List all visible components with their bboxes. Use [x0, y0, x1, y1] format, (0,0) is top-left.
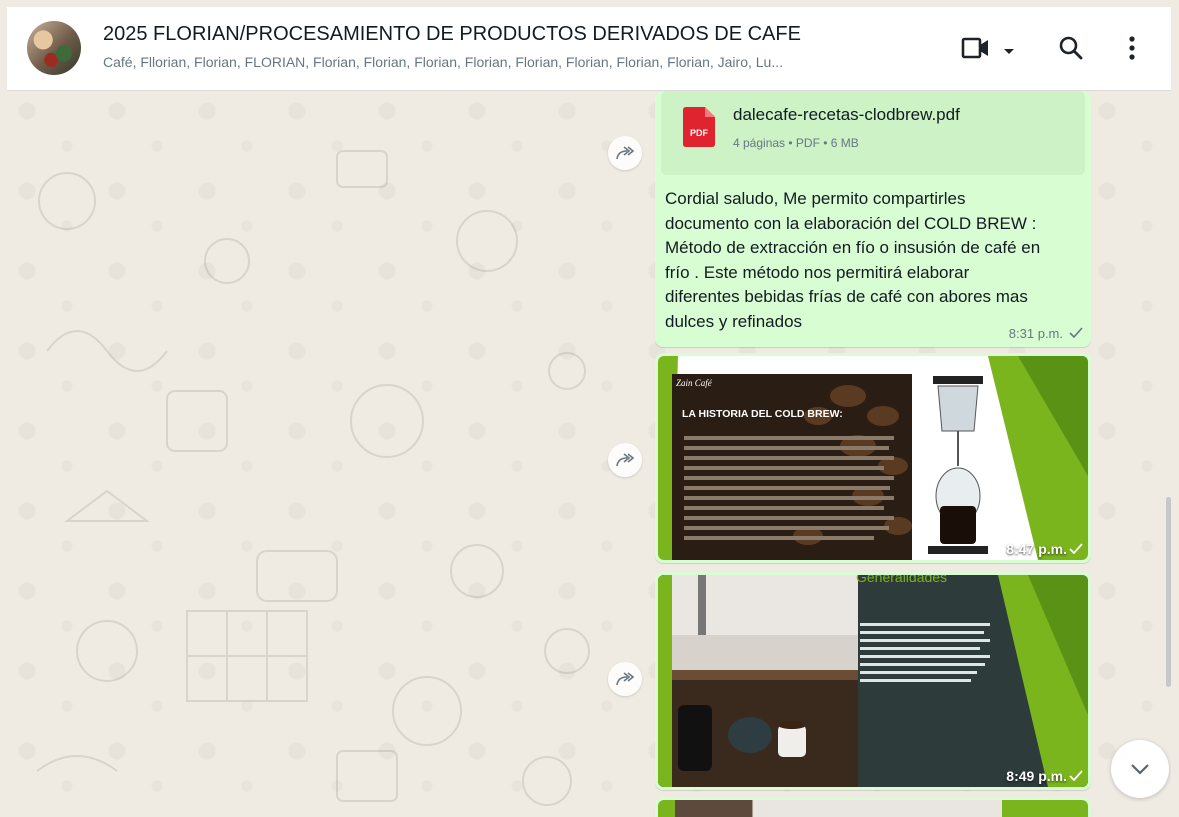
chat-wallpaper-pattern	[36, 150, 590, 806]
document-file-name[interactable]: dalecafe-recetas-clodbrew.pdf	[733, 105, 960, 125]
forward-icon	[616, 672, 635, 686]
slide-title: LA HISTORIA DEL COLD BREW:	[682, 408, 843, 420]
chevron-down-icon	[1131, 764, 1149, 775]
slide-title: Generalidades	[856, 575, 948, 585]
group-title[interactable]: 2025 FLORIAN/PROCESAMIENTO DE PRODUCTOS …	[103, 23, 801, 46]
chevron-down-icon[interactable]	[1003, 43, 1015, 61]
message-text-line: Método de extracción en fío o insusión d…	[665, 238, 1041, 257]
forward-button[interactable]	[608, 136, 642, 170]
message-bubble-image[interactable]: Zain Café LA HISTORIA DEL COLD BREW: 8:4…	[655, 353, 1091, 563]
message-text-line: frío . Este método nos permitirá elabora…	[665, 262, 970, 282]
video-call-icon[interactable]	[961, 35, 991, 66]
forward-button[interactable]	[608, 443, 642, 477]
pdf-icon-label: PDF	[690, 128, 709, 138]
message-text-line: diferentes bebidas frías de café con abo…	[665, 287, 1028, 306]
sent-check-icon	[1069, 770, 1083, 781]
chat-scrollbar[interactable]	[1166, 497, 1171, 687]
more-options-icon[interactable]	[1127, 35, 1137, 66]
message-time: 8:49 p.m.	[1006, 768, 1067, 784]
sent-check-icon	[1069, 543, 1083, 554]
message-time: 8:47 p.m.	[1006, 541, 1067, 557]
search-icon[interactable]	[1058, 35, 1084, 66]
forward-button[interactable]	[608, 662, 642, 696]
sent-check-icon	[1069, 327, 1083, 338]
message-bubble-image[interactable]: Generalidades 8:49 p.m.	[655, 572, 1091, 790]
image-attachment[interactable]	[658, 800, 1088, 817]
document-attachment[interactable]: PDF dalecafe-recetas-clodbrew.pdf 4 pági…	[661, 91, 1085, 175]
forward-icon	[616, 146, 635, 160]
group-participants[interactable]: Café, Fllorian, Florian, FLORIAN, Floria…	[103, 54, 783, 70]
image-attachment[interactable]: Zain Café LA HISTORIA DEL COLD BREW:	[658, 356, 1088, 560]
pdf-file-icon: PDF	[683, 107, 715, 147]
message-text-line: Cordial saludo, Me permito compartirles	[665, 189, 966, 208]
forward-icon	[616, 453, 635, 467]
message-text: Cordial saludo, Me permito compartirles …	[665, 187, 1077, 334]
scroll-to-bottom-button[interactable]	[1111, 740, 1169, 798]
group-avatar[interactable]	[27, 21, 81, 75]
message-bubble-document[interactable]: PDF dalecafe-recetas-clodbrew.pdf 4 pági…	[655, 91, 1091, 347]
slide-body-text	[860, 623, 990, 687]
cold-brew-tower-icon	[928, 376, 988, 554]
message-text-line: documento con la elaboración del COLD BR…	[665, 213, 1037, 233]
slide-logo: Zain Café	[676, 378, 712, 388]
message-bubble-image[interactable]	[655, 797, 1091, 817]
chat-header: 2025 FLORIAN/PROCESAMIENTO DE PRODUCTOS …	[7, 7, 1171, 91]
message-time: 8:31 p.m.	[1008, 326, 1063, 341]
document-file-meta: 4 páginas • PDF • 6 MB	[733, 136, 859, 150]
chat-messages-area[interactable]: PDF dalecafe-recetas-clodbrew.pdf 4 pági…	[7, 91, 1171, 817]
image-attachment[interactable]: Generalidades	[658, 575, 1088, 787]
